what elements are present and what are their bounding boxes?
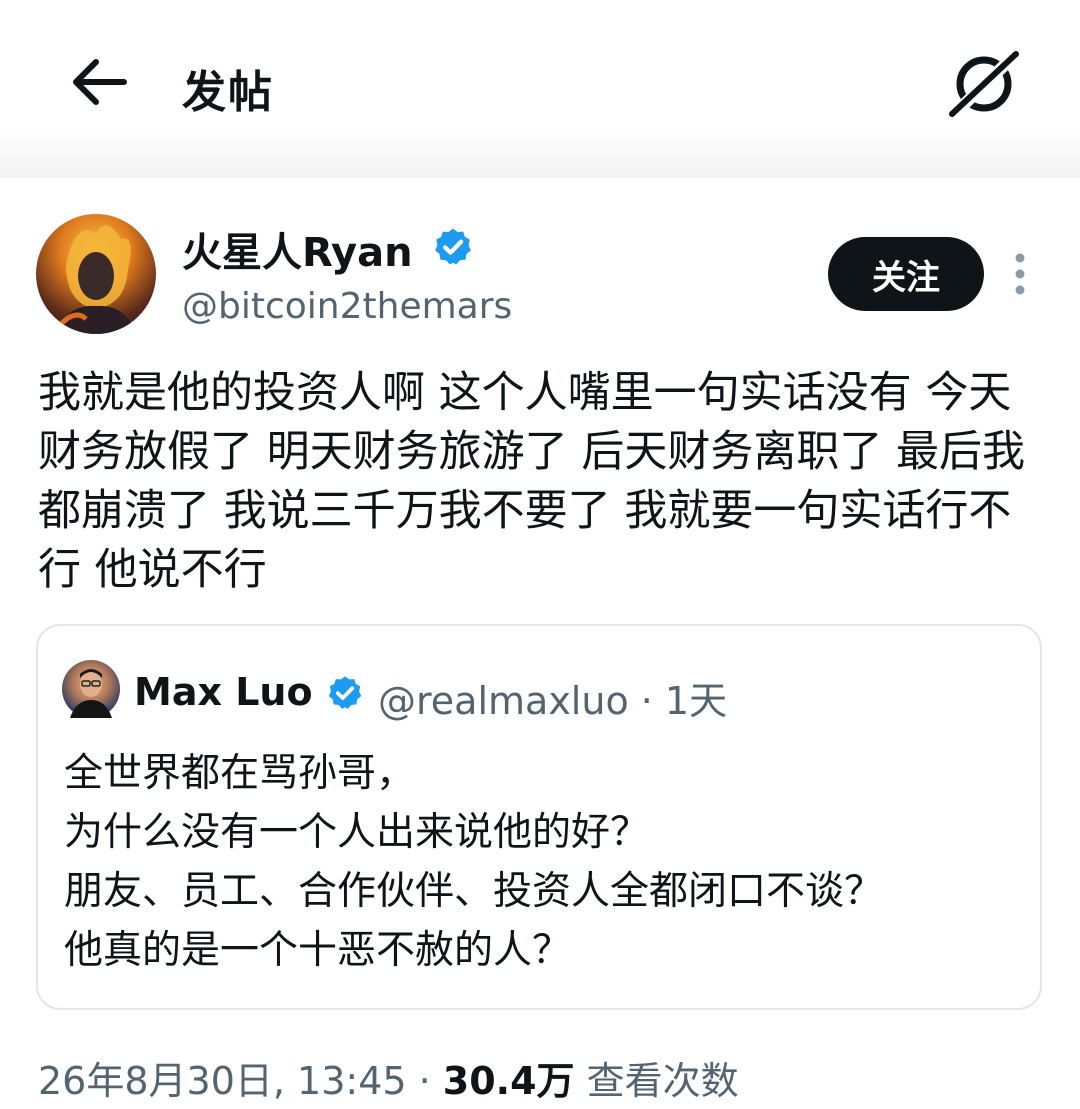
quoted-avatar-illustration — [70, 669, 112, 718]
avatar-illustration — [56, 225, 136, 334]
author-name[interactable]: 火星人Ryan — [182, 220, 413, 278]
back-button[interactable] — [66, 54, 130, 110]
quoted-author-avatar[interactable] — [62, 660, 120, 718]
verified-badge-icon — [435, 228, 471, 265]
quoted-post-card[interactable]: Max Luo @realmaxluo · 1天 全世界都在骂孙哥， 为什么没有… — [36, 624, 1042, 1010]
views-label: 查看次数 — [574, 1059, 739, 1103]
grok-icon — [944, 46, 1024, 124]
post-text: 我就是他的投资人啊 这个人嘴里一句实话没有 今天财务放假了 明天财务旅游了 后天… — [38, 368, 1026, 595]
more-vertical-icon — [1015, 253, 1025, 295]
quoted-post-text: 全世界都在骂孙哥， 为什么没有一个人出来说他的好？ 朋友、员工、合作伙伴、投资人… — [64, 751, 884, 973]
quoted-author-handle-time[interactable]: @realmaxluo · 1天 — [378, 670, 727, 725]
post-timestamp[interactable]: 26年8月30日, 13:45 · — [38, 1059, 443, 1103]
quoted-author-name[interactable]: Max Luo — [134, 670, 313, 714]
views-count[interactable]: 30.4万 — [443, 1059, 575, 1103]
verified-badge-icon — [328, 676, 362, 709]
author-avatar[interactable] — [36, 214, 156, 334]
grok-button[interactable] — [944, 46, 1024, 124]
page-title: 发帖 — [182, 67, 274, 118]
author-handle[interactable]: @bitcoin2themars — [182, 286, 512, 327]
top-bar: 发帖 — [0, 0, 1080, 178]
more-options-button[interactable] — [1004, 252, 1036, 296]
post-meta: 26年8月30日, 13:45 · 30.4万 查看次数 — [38, 1050, 739, 1105]
follow-button[interactable]: 关注 — [828, 237, 984, 311]
arrow-left-icon — [73, 59, 127, 105]
